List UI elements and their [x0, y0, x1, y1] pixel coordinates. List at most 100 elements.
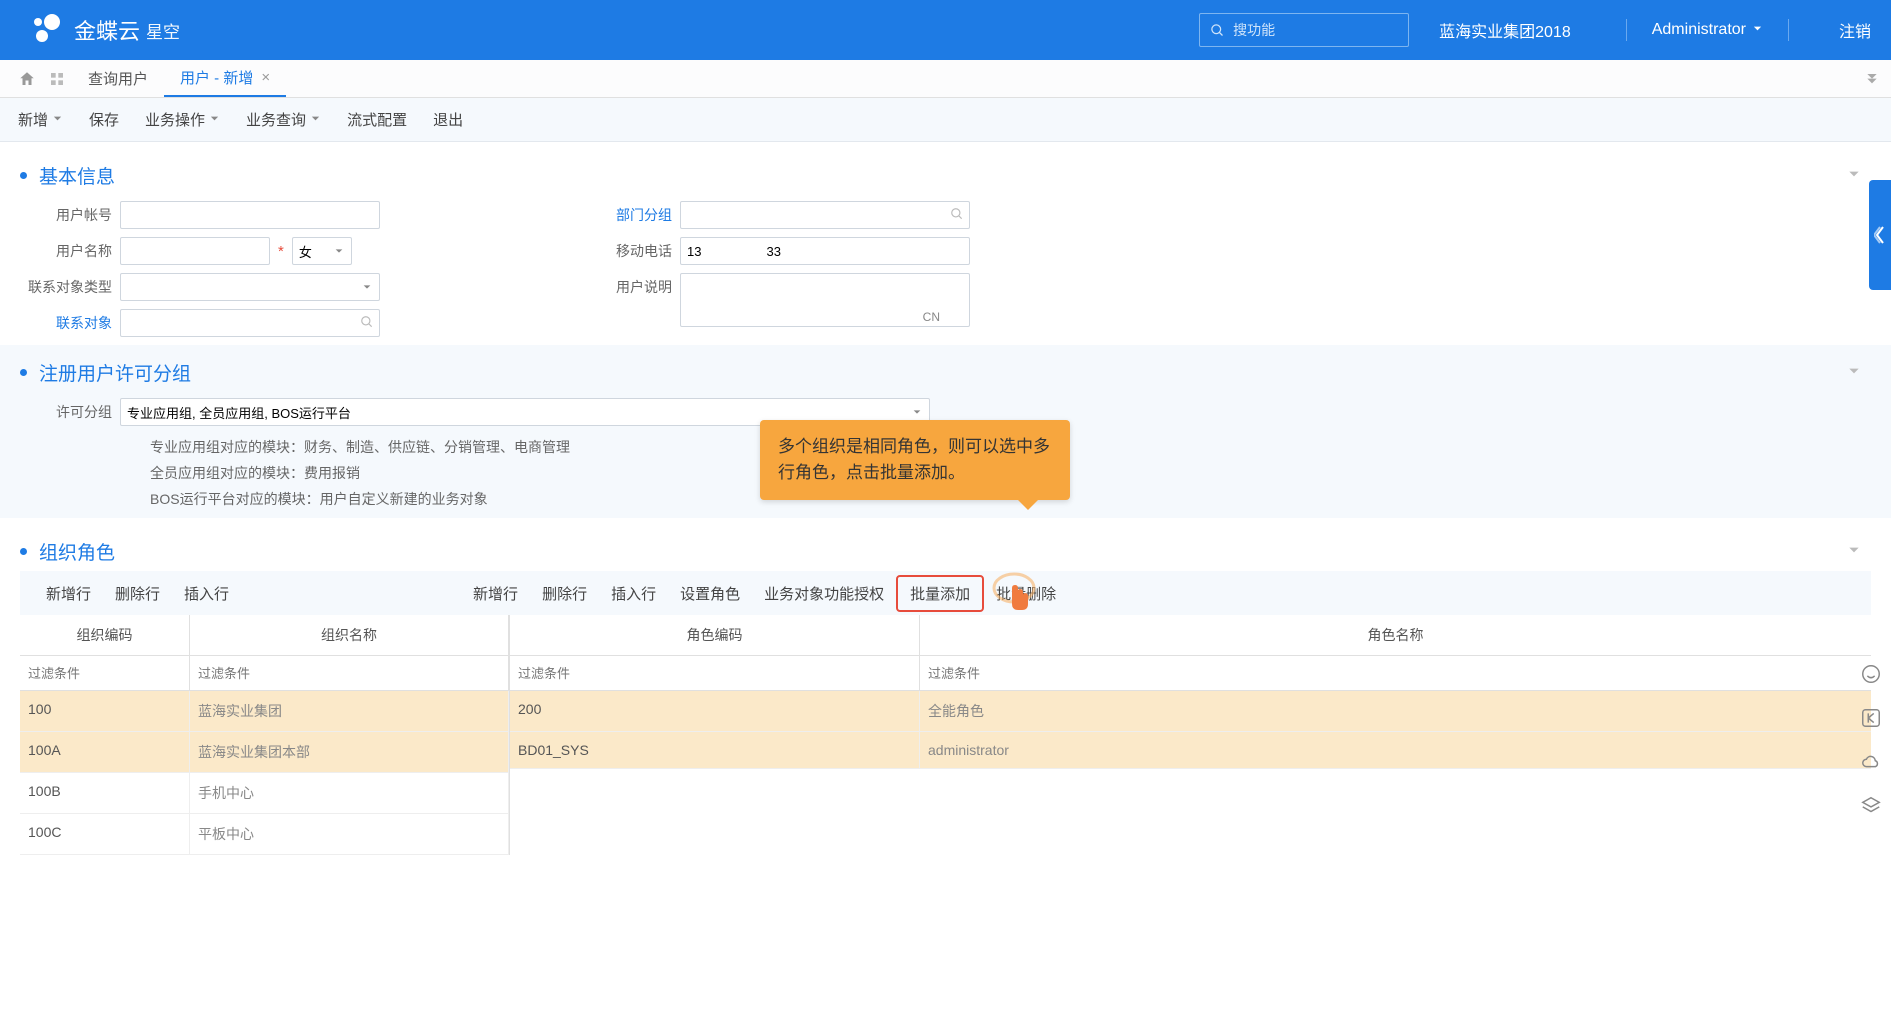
cell-role-name: administrator	[920, 732, 1871, 768]
chevron-down-icon	[1752, 21, 1763, 39]
table-row[interactable]: 200全能角色	[510, 691, 1871, 732]
section-header: 注册用户许可分组	[20, 359, 1871, 386]
grid-header: 组织编码 组织名称	[20, 615, 509, 656]
chevron-down-icon	[52, 111, 63, 128]
search-icon	[1210, 23, 1225, 38]
cell-org-name: 蓝海实业集团本部	[190, 732, 509, 772]
collapse-icon[interactable]	[1847, 543, 1861, 560]
search-icon[interactable]	[360, 315, 374, 332]
close-icon[interactable]: ×	[261, 69, 270, 86]
label-dept[interactable]: 部门分组	[580, 205, 680, 225]
home-icon[interactable]	[12, 60, 42, 97]
org-role-grid-area: 新增行 删除行 插入行 新增行 删除行 插入行 设置角色 业务对象功能授权 批量…	[0, 571, 1891, 855]
lang-indicator: CN	[923, 310, 940, 324]
side-panel-toggle[interactable]	[1869, 180, 1891, 290]
user-name: Administrator	[1652, 21, 1746, 39]
col-header-org-name: 组织名称	[190, 615, 509, 655]
toolbar-label: 业务操作	[145, 109, 205, 130]
toolbar-biz-query[interactable]: 业务查询	[246, 109, 321, 130]
btn-right-insert-row[interactable]: 插入行	[599, 577, 668, 610]
label-license-group: 许可分组	[20, 402, 120, 422]
table-row[interactable]: 100蓝海实业集团	[20, 691, 509, 732]
search-icon[interactable]	[950, 207, 964, 224]
btn-left-delete-row[interactable]: 删除行	[103, 577, 172, 610]
input-contact[interactable]	[120, 309, 380, 337]
apps-icon[interactable]	[42, 60, 72, 97]
collapse-icon[interactable]	[1847, 364, 1861, 381]
input-account[interactable]	[120, 201, 380, 229]
tab-user-new[interactable]: 用户 - 新增 ×	[164, 60, 286, 97]
btn-left-insert-row[interactable]: 插入行	[172, 577, 241, 610]
toolbar-label: 保存	[89, 109, 119, 130]
btn-right-add-row[interactable]: 新增行	[461, 577, 530, 610]
table-row[interactable]: BD01_SYSadministrator	[510, 732, 1871, 769]
collapse-icon[interactable]	[1847, 167, 1861, 184]
section-basic-info: 基本信息 用户帐号 部门分组 用户名称 * 移动电话	[0, 142, 1891, 337]
k-icon[interactable]	[1857, 704, 1885, 732]
section-header: 组织角色	[20, 538, 1871, 565]
support-icon[interactable]	[1857, 660, 1885, 688]
label-desc: 用户说明	[580, 273, 680, 297]
divider	[1788, 19, 1789, 41]
brand-main: 金蝶云	[74, 14, 140, 46]
tab-query-user[interactable]: 查询用户	[72, 60, 164, 97]
search-input[interactable]	[1233, 22, 1383, 38]
btn-right-delete-row[interactable]: 删除行	[530, 577, 599, 610]
table-row[interactable]: 100B手机中心	[20, 773, 509, 814]
bullet-icon	[20, 369, 27, 376]
toolbar-label: 退出	[433, 109, 463, 130]
brand-sub: 星空	[146, 18, 180, 43]
logout-link[interactable]: 注销	[1839, 18, 1871, 42]
table-row[interactable]: 100A蓝海实业集团本部	[20, 732, 509, 773]
role-grid: 角色编码 角色名称 200全能角色BD01_SYSadministrator	[510, 615, 1871, 855]
instruction-callout: 多个组织是相同角色，则可以选中多行角色，点击批量添加。	[760, 420, 1070, 500]
user-menu[interactable]: Administrator	[1652, 21, 1763, 39]
company-name[interactable]: 蓝海实业集团2018	[1439, 18, 1571, 42]
btn-left-add-row[interactable]: 新增行	[34, 577, 103, 610]
toolbar-biz-op[interactable]: 业务操作	[145, 109, 220, 130]
select-contact-type[interactable]	[120, 273, 380, 301]
org-role-toolbar: 新增行 删除行 插入行 新增行 删除行 插入行 设置角色 业务对象功能授权 批量…	[20, 571, 1871, 615]
tab-label: 用户 - 新增	[180, 67, 253, 88]
table-row[interactable]: 100C平板中心	[20, 814, 509, 855]
section-title: 注册用户许可分组	[39, 359, 191, 386]
input-dept[interactable]	[680, 201, 970, 229]
grid-filter-row	[510, 656, 1871, 691]
cell-org-code: 100	[20, 691, 190, 731]
btn-set-role[interactable]: 设置角色	[668, 577, 752, 610]
cell-role-code: 200	[510, 691, 920, 731]
grid-filter-row	[20, 656, 509, 691]
chevron-down-icon	[310, 111, 321, 128]
section-header: 基本信息	[20, 162, 1871, 189]
layers-icon[interactable]	[1857, 792, 1885, 820]
filter-role-name[interactable]	[920, 656, 1871, 690]
cloud-icon[interactable]	[1857, 748, 1885, 776]
filter-role-code[interactable]	[510, 656, 920, 690]
cell-org-name: 手机中心	[190, 773, 509, 813]
cell-org-code: 100A	[20, 732, 190, 772]
input-name[interactable]	[120, 237, 270, 265]
section-title: 基本信息	[39, 162, 115, 189]
label-contact[interactable]: 联系对象	[20, 313, 120, 333]
divider	[1626, 19, 1627, 41]
bullet-icon	[20, 548, 27, 555]
expand-tabs-icon[interactable]	[1865, 70, 1879, 87]
global-search[interactable]	[1199, 13, 1409, 47]
select-gender[interactable]	[292, 237, 352, 265]
input-mobile[interactable]	[680, 237, 970, 265]
cell-role-code: BD01_SYS	[510, 732, 920, 768]
chevron-down-icon	[209, 111, 220, 128]
filter-org-name[interactable]	[190, 656, 509, 690]
btn-batch-add[interactable]: 批量添加	[896, 575, 984, 612]
toolbar-label: 流式配置	[347, 109, 407, 130]
toolbar-flow-config[interactable]: 流式配置	[347, 109, 407, 130]
label-account: 用户帐号	[20, 205, 120, 225]
btn-biz-object-auth[interactable]: 业务对象功能授权	[752, 577, 896, 610]
tab-bar: 查询用户 用户 - 新增 ×	[0, 60, 1891, 98]
toolbar-save[interactable]: 保存	[89, 109, 119, 130]
cell-org-name: 蓝海实业集团	[190, 691, 509, 731]
required-mark: *	[278, 243, 284, 260]
toolbar-new[interactable]: 新增	[18, 109, 63, 130]
toolbar-exit[interactable]: 退出	[433, 109, 463, 130]
filter-org-code[interactable]	[20, 656, 190, 690]
